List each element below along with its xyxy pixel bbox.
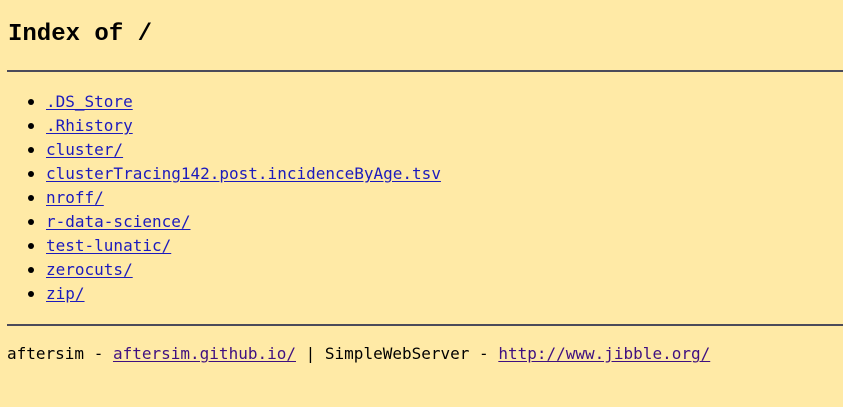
bullet-icon [28,243,34,249]
folder-link-r-data-science[interactable]: r-data-science/ [46,212,191,231]
folder-link-nroff[interactable]: nroff/ [46,188,104,207]
folder-link-zip[interactable]: zip/ [46,284,85,303]
file-link-cluster-tracing-tsv[interactable]: clusterTracing142.post.incidenceByAge.ts… [46,164,441,183]
bullet-icon [28,267,34,273]
file-link-ds-store[interactable]: .DS_Store [46,92,133,111]
bullet-icon [28,171,34,177]
bottom-divider [7,324,843,326]
list-item: zerocuts/ [0,258,441,282]
footer-author: aftersim [7,344,85,363]
footer-server-name: SimpleWebServer [324,344,470,363]
bullet-icon [28,219,34,225]
bullet-icon [28,99,34,105]
list-item: zip/ [0,282,441,306]
list-item: clusterTracing142.post.incidenceByAge.ts… [0,162,441,186]
footer-divider: | [296,344,325,363]
folder-link-cluster[interactable]: cluster/ [46,140,123,159]
page-title: Index of / [8,21,153,48]
folder-link-zerocuts[interactable]: zerocuts/ [46,260,133,279]
footer-separator: - [84,344,113,363]
file-link-rhistory[interactable]: .Rhistory [46,116,133,135]
bullet-icon [28,147,34,153]
bullet-icon [28,291,34,297]
bullet-icon [28,123,34,129]
list-item: .Rhistory [0,114,441,138]
list-item: cluster/ [0,138,441,162]
list-item: nroff/ [0,186,441,210]
footer-separator: - [469,344,499,363]
list-item: r-data-science/ [0,210,441,234]
top-divider [7,70,843,72]
author-site-link[interactable]: aftersim.github.io/ [113,344,296,363]
list-item: test-lunatic/ [0,234,441,258]
list-item: .DS_Store [0,90,441,114]
folder-link-test-lunatic[interactable]: test-lunatic/ [46,236,171,255]
bullet-icon [28,195,34,201]
server-site-link[interactable]: http://www.jibble.org/ [498,344,710,363]
file-list: .DS_Store .Rhistory cluster/ clusterTrac… [0,90,441,306]
footer: aftersim - aftersim.github.io/ | SimpleW… [7,342,710,366]
